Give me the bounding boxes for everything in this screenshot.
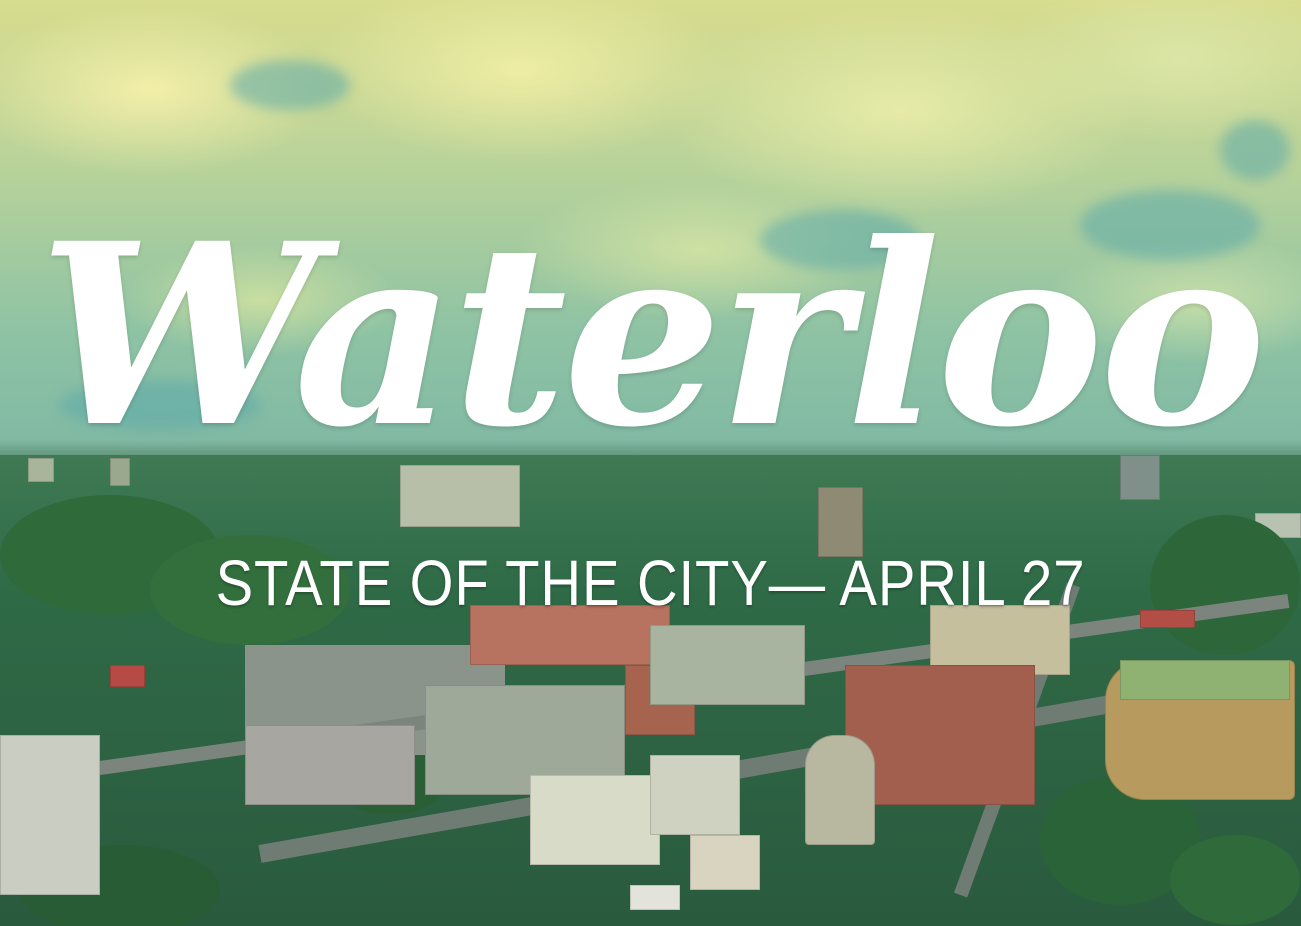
event-subtitle: STATE OF THE CITY— APRIL 27 <box>215 547 1086 619</box>
poster: Waterloo STATE OF THE CITY— APRIL 27 <box>0 0 1301 926</box>
city-title: Waterloo <box>38 188 1267 482</box>
aerial-city-view <box>0 455 1301 926</box>
